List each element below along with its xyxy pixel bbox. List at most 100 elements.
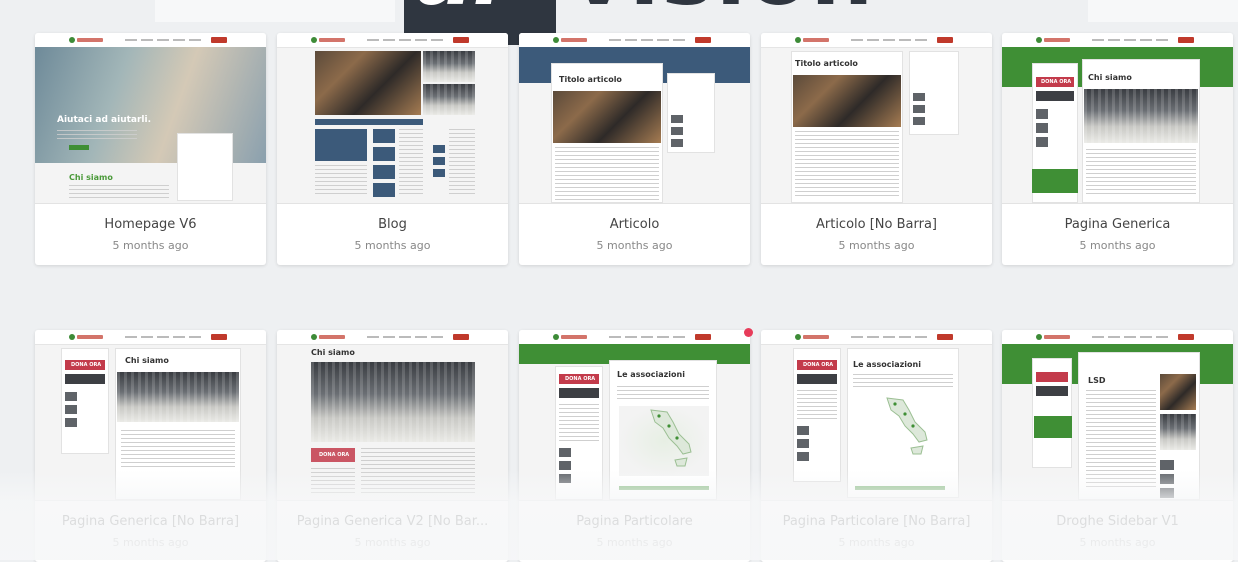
mock-nav: [277, 330, 508, 345]
screen-title[interactable]: Articolo [No Barra]: [761, 217, 992, 232]
mock-nav-links: [609, 39, 689, 41]
screen-card[interactable]: Titolo articolo Articolo 5 months ago: [519, 33, 750, 265]
top-strip: [155, 0, 395, 22]
mock-post: [373, 165, 395, 179]
screen-card[interactable]: DONA ORA Chi siamo Pagina Generica [No B…: [35, 330, 266, 562]
mock-nav: [277, 33, 508, 48]
mock-thumb: [559, 461, 571, 470]
mock-thumb: [559, 448, 571, 457]
mock-text-lines: [617, 386, 709, 402]
screen-date: 5 months ago: [1079, 536, 1156, 549]
mock-text-lines: [311, 468, 355, 496]
screen-title[interactable]: Blog: [277, 217, 508, 232]
mock-nav-links: [367, 336, 447, 338]
mock-thumb: [1036, 123, 1048, 133]
mock-text-lines: [559, 404, 599, 444]
mock-nav-links: [609, 336, 689, 338]
screen-card[interactable]: DONA ORA Le associazioni Pagina Particol…: [519, 330, 750, 562]
mock-logo: [795, 37, 829, 43]
mock-text-lines: [361, 448, 475, 496]
mock-text-lines: [315, 165, 367, 197]
screen-card[interactable]: Chi siamo DONA ORA Pagina Generica V2 [N…: [277, 330, 508, 562]
mock-photo: [793, 75, 901, 127]
mock-text-lines: [69, 185, 169, 201]
mock-green-box: [1034, 416, 1072, 438]
screen-title[interactable]: Pagina Generica: [1002, 217, 1233, 232]
screen-thumbnail[interactable]: [277, 33, 508, 204]
mock-thumb: [433, 145, 445, 153]
mock-page-title: Chi siamo: [311, 348, 355, 357]
mock-donate-button: DONA ORA: [311, 448, 355, 462]
screen-title[interactable]: Articolo: [519, 217, 750, 232]
screen-thumbnail[interactable]: DONA ORA Le associazioni: [519, 330, 750, 501]
mock-text-lines: [121, 430, 235, 470]
notification-dot[interactable]: [744, 328, 753, 337]
mock-donate: [211, 37, 227, 43]
mock-thumb: [65, 392, 77, 401]
mock-thumb: [797, 439, 809, 448]
screen-date: 5 months ago: [112, 239, 189, 252]
screen-thumbnail[interactable]: Titolo articolo: [761, 33, 992, 204]
mock-button: [1036, 372, 1068, 382]
mock-bar: [619, 486, 709, 490]
mock-nav-links: [125, 336, 205, 338]
mock-photo: [1160, 374, 1196, 410]
screen-thumbnail[interactable]: DONA ORA Le associazioni: [761, 330, 992, 501]
mock-thumb: [913, 117, 925, 125]
mock-nav: [761, 33, 992, 48]
mock-thumb: [671, 127, 683, 135]
mock-donate: [1178, 37, 1194, 43]
screen-card[interactable]: Titolo articolo Articolo [No Barra] 5 mo…: [761, 33, 992, 265]
logo-box-text: ui: [412, 0, 503, 25]
italy-map-icon: [650, 409, 692, 467]
mock-text-lines: [795, 131, 899, 197]
mock-hero-text: Aiutaci ad aiutarli.: [57, 115, 152, 125]
screen-card[interactable]: DONA ORA Chi siamo Pagina Generica 5 mon…: [1002, 33, 1233, 265]
screen-thumbnail[interactable]: DONA ORA Chi siamo: [35, 330, 266, 501]
mock-article-title: Titolo articolo: [795, 59, 858, 68]
mock-text-lines: [1086, 149, 1196, 197]
screen-thumbnail[interactable]: LSD: [1002, 330, 1233, 501]
mock-nav: [519, 330, 750, 345]
mock-nav-links: [851, 336, 931, 338]
mock-button: [797, 374, 837, 384]
mock-text-lines: [797, 390, 837, 420]
screen-title[interactable]: Pagina Generica V2 [No Bar...: [277, 514, 508, 529]
screen-card[interactable]: Blog 5 months ago: [277, 33, 508, 265]
mock-nav-links: [851, 39, 931, 41]
screen-title[interactable]: Droghe Sidebar V1: [1002, 514, 1233, 529]
screen-title[interactable]: Homepage V6: [35, 217, 266, 232]
screen-thumbnail[interactable]: Aiutaci ad aiutarli. Chi siamo: [35, 33, 266, 204]
screen-card[interactable]: LSD Droghe Sidebar V1 5 months ago: [1002, 330, 1233, 562]
mock-logo: [69, 334, 103, 340]
mock-nav: [1002, 330, 1233, 345]
mock-button: [1036, 386, 1068, 396]
mock-donate: [937, 37, 953, 43]
screen-date: 5 months ago: [596, 536, 673, 549]
screen-thumbnail[interactable]: Titolo articolo: [519, 33, 750, 204]
mock-thumb: [671, 115, 683, 123]
screen-title[interactable]: Pagina Particolare: [519, 514, 750, 529]
mock-thumb: [1160, 460, 1174, 470]
mock-thumb: [1160, 488, 1174, 498]
screen-date: 5 months ago: [596, 239, 673, 252]
mock-logo: [311, 37, 345, 43]
screen-thumbnail[interactable]: DONA ORA Chi siamo: [1002, 33, 1233, 204]
mock-donate-label: DONA ORA: [71, 362, 102, 368]
mock-photo: [423, 84, 475, 115]
mock-content: [115, 348, 241, 500]
mock-thumb: [913, 105, 925, 113]
mock-photo: [311, 362, 475, 442]
mock-donate: [695, 37, 711, 43]
mock-thumb: [433, 157, 445, 165]
screen-title[interactable]: Pagina Generica [No Barra]: [35, 514, 266, 529]
mock-section-title: Chi siamo: [69, 173, 113, 182]
screen-date: 5 months ago: [354, 536, 431, 549]
screen-card[interactable]: Aiutaci ad aiutarli. Chi siamo Homepage …: [35, 33, 266, 265]
screen-thumbnail[interactable]: Chi siamo DONA ORA: [277, 330, 508, 501]
mock-post: [373, 183, 395, 197]
mock-button: [69, 145, 89, 150]
screen-title[interactable]: Pagina Particolare [No Barra]: [761, 514, 992, 529]
mock-photo: [315, 51, 421, 115]
screen-card[interactable]: DONA ORA Le associazioni Pagina Particol…: [761, 330, 992, 562]
